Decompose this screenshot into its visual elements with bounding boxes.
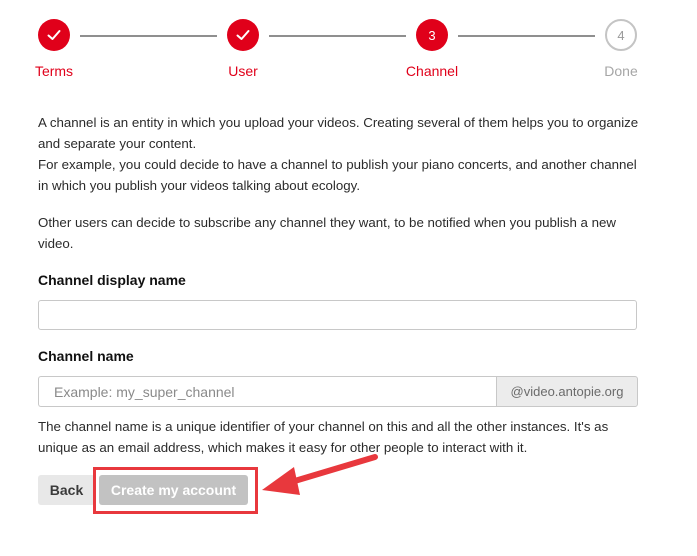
signup-stepper: Terms User 3 Channel 4 Done [0, 0, 697, 90]
display-name-label: Channel display name [38, 272, 186, 288]
step-complete-circle [227, 19, 259, 51]
intro-text: A channel is an entity in which you uplo… [38, 115, 639, 151]
step-label: User [228, 63, 258, 79]
channel-name-group: @video.antopie.org [38, 376, 638, 407]
channel-name-input[interactable] [38, 376, 496, 407]
step-done: 4 Done [571, 19, 671, 80]
display-name-input[interactable] [38, 300, 637, 330]
check-icon [236, 30, 250, 40]
channel-intro: A channel is an entity in which you uplo… [38, 112, 648, 196]
back-button[interactable]: Back [38, 475, 95, 505]
intro-text: Other users can decide to subscribe any … [38, 215, 617, 251]
check-icon [47, 30, 61, 40]
step-number: 3 [416, 19, 448, 51]
step-number: 4 [605, 19, 637, 51]
step-user: User [193, 19, 293, 80]
instance-suffix: @video.antopie.org [496, 376, 638, 407]
step-terms: Terms [4, 19, 104, 80]
channel-subscribe-note: Other users can decide to subscribe any … [38, 212, 648, 254]
step-label: Channel [405, 63, 459, 79]
step-channel: 3 Channel [382, 19, 482, 80]
annotation-arrow-icon [262, 454, 378, 495]
channel-name-label: Channel name [38, 348, 134, 364]
create-account-button[interactable]: Create my account [99, 475, 248, 505]
step-label: Done [604, 63, 638, 79]
step-label: Terms [34, 63, 74, 79]
step-complete-circle [38, 19, 70, 51]
intro-text: For example, you could decide to have a … [38, 157, 637, 193]
